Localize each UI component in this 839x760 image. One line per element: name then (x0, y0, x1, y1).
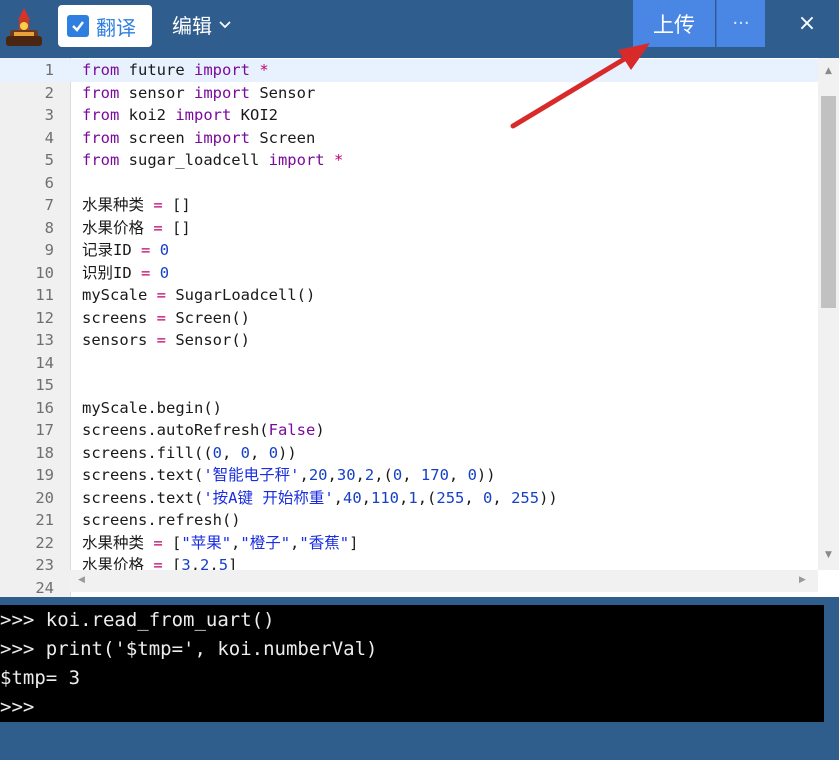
code-text: 记录ID = 0 (82, 241, 170, 259)
code-text: screens.text('按A键 开始称重',40,110,1,(255, 0… (82, 488, 558, 507)
console-line: $tmp= 3 (0, 667, 81, 689)
code-text: screens.fill((0, 0, 0)) (82, 443, 297, 462)
code-line[interactable]: 14 (0, 352, 818, 375)
line-number: 18 (35, 443, 54, 462)
line-number: 13 (35, 331, 54, 349)
code-editor[interactable]: 1 from future import * 2 from sensor import… (0, 58, 839, 597)
code-line[interactable]: 16 myScale.begin() (0, 397, 818, 420)
app-logo-icon (6, 8, 42, 46)
code-line[interactable]: 21 screens.refresh() (0, 509, 818, 532)
code-text: screens.autoRefresh(False) (82, 421, 325, 439)
line-number: 2 (44, 83, 54, 102)
code-text: 识别ID = 0 (82, 263, 170, 282)
code-line[interactable]: 20 screens.text('按A键 开始称重',40,110,1,(255,… (0, 487, 818, 510)
line-number: 21 (35, 511, 54, 529)
line-number: 15 (35, 376, 54, 394)
line-number: 20 (35, 488, 54, 507)
line-number: 24 (35, 578, 54, 597)
line-number: 9 (44, 241, 54, 259)
console-line: >>> print('$tmp=', koi.numberVal) (0, 638, 378, 660)
line-number: 12 (35, 308, 54, 327)
code-text: from future import * (82, 61, 269, 79)
translate-toggle[interactable]: 翻译 (58, 5, 152, 47)
line-number: 5 (44, 151, 54, 169)
code-text: screens = Screen() (82, 308, 250, 327)
edit-menu[interactable]: 编辑 (172, 8, 232, 40)
code-text: screens.text('智能电子秤',20,30,2,(0, 170, 0)… (82, 466, 496, 484)
line-number: 4 (44, 128, 54, 147)
code-text: from screen import Screen (82, 128, 316, 147)
code-line[interactable]: 18 screens.fill((0, 0, 0)) (0, 442, 818, 465)
line-number: 23 (35, 556, 54, 574)
code-line[interactable]: 4 from screen import Screen (0, 127, 818, 150)
top-toolbar: 翻译 编辑 上传 ··· × (0, 0, 839, 58)
code-text: 水果种类 = ["苹果","橙子","香蕉"] (82, 533, 359, 552)
code-text: myScale.begin() (82, 398, 222, 417)
line-number: 8 (44, 218, 54, 237)
translate-label: 翻译 (96, 15, 136, 40)
line-number: 11 (35, 286, 54, 304)
line-number: 14 (35, 353, 54, 372)
code-line[interactable]: 11 myScale = SugarLoadcell() (0, 284, 818, 307)
code-line[interactable]: 15 (0, 374, 818, 397)
scroll-right-icon[interactable]: ▶ (797, 575, 808, 586)
repl-console[interactable]: >>> koi.read_from_uart() >>> print('$tmp… (0, 605, 824, 722)
code-text: 水果价格 = [] (82, 218, 191, 237)
code-line[interactable]: 10 识别ID = 0 (0, 262, 818, 285)
vertical-scrollbar[interactable]: ▲ ▼ (818, 58, 839, 570)
code-line[interactable]: 19 screens.text('智能电子秤',20,30,2,(0, 170, … (0, 464, 818, 487)
scroll-up-icon[interactable]: ▲ (823, 66, 834, 77)
line-number: 6 (44, 173, 54, 192)
code-text: 水果种类 = [] (82, 196, 191, 214)
console-prompt[interactable]: >>> (0, 693, 34, 722)
line-number: 1 (44, 61, 54, 79)
code-text: screens.refresh() (82, 511, 241, 529)
chevron-down-icon (219, 21, 231, 29)
line-number: 17 (35, 421, 54, 439)
code-line[interactable]: 1 from future import * (0, 59, 818, 82)
code-line[interactable]: 2 from sensor import Sensor (0, 82, 818, 105)
code-line[interactable]: 9 记录ID = 0 (0, 239, 818, 262)
line-number: 3 (44, 106, 54, 124)
code-line[interactable]: 12 screens = Screen() (0, 307, 818, 330)
code-text: sensors = Sensor() (82, 331, 250, 349)
checkbox-checked-icon[interactable] (67, 15, 89, 37)
line-number: 22 (35, 533, 54, 552)
line-number: 10 (35, 263, 54, 282)
upload-button[interactable]: 上传 (633, 0, 715, 47)
line-number: 19 (35, 466, 54, 484)
code-line[interactable]: 5 from sugar_loadcell import * (0, 149, 818, 172)
code-text: myScale = SugarLoadcell() (82, 286, 316, 304)
line-number: 7 (44, 196, 54, 214)
edit-menu-label: 编辑 (172, 13, 212, 38)
console-line: >>> koi.read_from_uart() (0, 609, 275, 631)
code-text: from koi2 import KOI2 (82, 106, 278, 124)
code-line[interactable]: 22 水果种类 = ["苹果","橙子","香蕉"] (0, 532, 818, 555)
code-text: from sensor import Sensor (82, 83, 316, 102)
code-line[interactable]: 17 screens.autoRefresh(False) (0, 419, 818, 442)
code-line[interactable]: 6 (0, 172, 818, 195)
code-line[interactable]: 3 from koi2 import KOI2 (0, 104, 818, 127)
code-line[interactable]: 7 水果种类 = [] (0, 194, 818, 217)
code-text: from sugar_loadcell import * (82, 151, 344, 169)
scroll-down-icon[interactable]: ▼ (823, 550, 834, 561)
close-button[interactable]: × (792, 8, 822, 38)
code-line[interactable]: 13 sensors = Sensor() (0, 329, 818, 352)
line-number: 16 (35, 398, 54, 417)
scrollbar-thumb[interactable] (821, 96, 836, 308)
code-line[interactable]: 8 水果价格 = [] (0, 217, 818, 240)
horizontal-scrollbar[interactable]: ◀ ▶ (70, 570, 818, 592)
scroll-left-icon[interactable]: ◀ (76, 575, 87, 586)
more-options-button[interactable]: ··· (716, 0, 765, 47)
